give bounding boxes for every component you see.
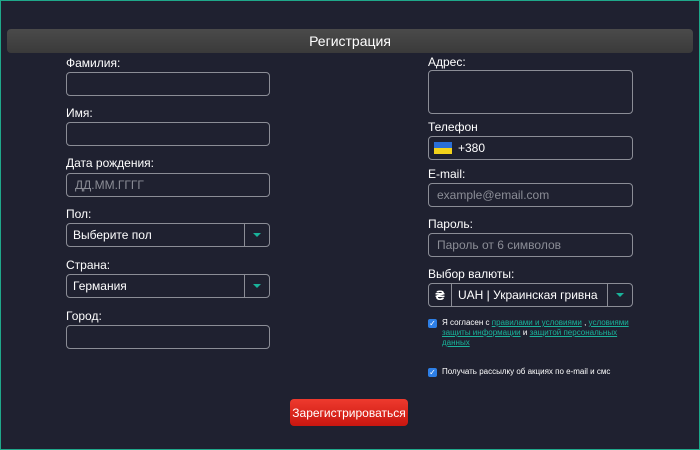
gender-select-value: Выберите пол [73,228,152,242]
ukraine-flag-icon[interactable] [434,142,452,154]
surname-label: Фамилия: [66,56,121,70]
agree-checkbox[interactable]: ✓ [428,319,437,328]
currency-select-value: UAH | Украинская гривна [458,288,598,302]
chevron-down-icon [253,233,261,237]
gender-dropdown-button[interactable] [244,224,269,246]
address-label: Адрес: [428,55,466,69]
newsletter-text: Получать рассылку об акциях по e-mail и … [442,367,611,376]
agree-row: ✓ Я согласен с правилами и условиями , у… [428,318,638,348]
phone-code: +380 [458,141,486,155]
birthdate-label: Дата рождения: [66,156,154,170]
newsletter-checkbox[interactable]: ✓ [428,368,437,377]
city-label: Город: [66,309,102,323]
name-input[interactable] [66,122,270,146]
phone-input[interactable]: +380 [428,136,633,160]
gender-select[interactable]: Выберите пол [66,223,270,247]
country-select[interactable]: Германия [66,274,270,298]
city-input[interactable] [66,325,270,349]
country-dropdown-button[interactable] [244,275,269,297]
newsletter-row: ✓ Получать рассылку об акциях по e-mail … [428,367,638,377]
agree-text: Я согласен с правилами и условиями , усл… [442,318,629,347]
currency-label: Выбор валюты: [428,267,515,281]
hryvnia-icon: ₴ [429,284,452,306]
surname-input[interactable] [66,72,270,96]
currency-dropdown-button[interactable] [607,284,632,306]
name-label: Имя: [66,106,93,120]
country-select-value: Германия [73,279,127,293]
page-title: Регистрация [7,29,693,53]
address-textarea[interactable] [428,70,633,114]
birthdate-input[interactable] [66,173,270,197]
email-label: E-mail: [428,167,466,181]
chevron-down-icon [616,293,624,297]
password-label: Пароль: [428,217,473,231]
phone-label: Телефон [428,120,478,134]
password-input[interactable] [428,233,633,257]
email-input[interactable] [428,183,633,207]
register-button[interactable]: Зарегистрироваться [290,399,408,426]
rules-link[interactable]: правилами и условиями [492,318,582,327]
currency-select[interactable]: ₴ UAH | Украинская гривна [428,283,633,307]
chevron-down-icon [253,284,261,288]
country-label: Страна: [66,258,111,272]
gender-label: Пол: [66,207,92,221]
